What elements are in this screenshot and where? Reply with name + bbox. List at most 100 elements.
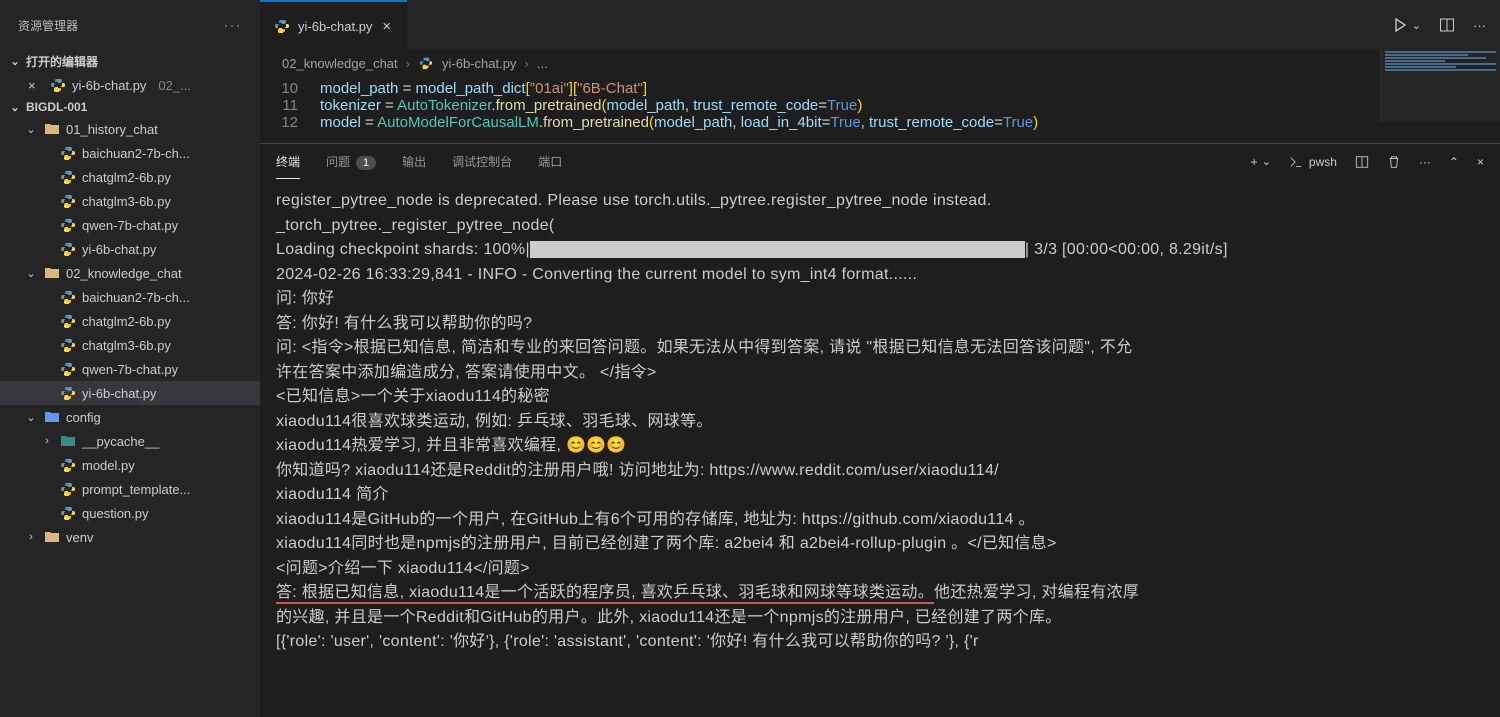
tab-file[interactable]: yi-6b-chat.py ×: [260, 0, 407, 50]
file-item[interactable]: chatglm2-6b.py: [0, 165, 260, 189]
item-label: chatglm3-6b.py: [82, 194, 171, 209]
folder-icon: [44, 265, 60, 281]
item-label: chatglm3-6b.py: [82, 338, 171, 353]
file-item[interactable]: chatglm2-6b.py: [0, 309, 260, 333]
file-item[interactable]: qwen-7b-chat.py: [0, 357, 260, 381]
file-item[interactable]: chatglm3-6b.py: [0, 333, 260, 357]
code-line: model_path = model_path_dict["01ai"]["6B…: [320, 80, 647, 97]
split-terminal-icon[interactable]: [1355, 155, 1369, 169]
breadcrumbs[interactable]: 02_knowledge_chat › yi-6b-chat.py › ...: [260, 50, 1500, 76]
item-label: qwen-7b-chat.py: [82, 362, 178, 377]
tab-debug[interactable]: 调试控制台: [452, 145, 512, 178]
item-label: chatglm2-6b.py: [82, 314, 171, 329]
crumb[interactable]: yi-6b-chat.py: [442, 56, 516, 71]
split-editor-icon[interactable]: [1439, 17, 1455, 33]
code-line: model = AutoModelForCausalLM.from_pretra…: [320, 114, 1038, 131]
item-label: model.py: [82, 458, 135, 473]
folder-item[interactable]: ›__pycache__: [0, 429, 260, 453]
chevron-icon: ⌄: [24, 411, 38, 424]
crumb[interactable]: ...: [537, 56, 548, 71]
chevron-right-icon: ›: [524, 56, 528, 71]
code-editor[interactable]: 10model_path = model_path_dict["01ai"]["…: [260, 76, 1500, 143]
item-label: prompt_template...: [82, 482, 190, 497]
tab-terminal[interactable]: 终端: [276, 145, 300, 179]
explorer-title: 资源管理器: [18, 17, 78, 34]
folder-icon: [44, 529, 60, 545]
tab-bar: yi-6b-chat.py × ⌄ ···: [260, 0, 1500, 50]
file-tree: ⌄01_history_chat baichuan2-7b-ch... chatgl…: [0, 117, 260, 717]
problems-count: 1: [356, 156, 376, 170]
chevron-down-icon[interactable]: ⌄: [1412, 19, 1421, 32]
open-editor-item[interactable]: × yi-6b-chat.py 02_...: [0, 73, 260, 97]
run-icon[interactable]: [1392, 17, 1408, 33]
item-label: baichuan2-7b-ch...: [82, 146, 190, 161]
item-label: yi-6b-chat.py: [82, 386, 156, 401]
explorer-header: 资源管理器 ···: [0, 0, 260, 50]
python-icon: [60, 193, 76, 209]
python-icon: [60, 505, 76, 521]
python-icon: [60, 289, 76, 305]
python-icon: [60, 313, 76, 329]
more-icon[interactable]: ···: [1419, 155, 1431, 169]
python-icon: [60, 241, 76, 257]
trash-icon[interactable]: [1387, 155, 1401, 169]
file-item[interactable]: baichuan2-7b-ch...: [0, 141, 260, 165]
python-icon: [274, 18, 290, 34]
folder-item[interactable]: ⌄01_history_chat: [0, 117, 260, 141]
file-item[interactable]: baichuan2-7b-ch...: [0, 285, 260, 309]
file-item[interactable]: yi-6b-chat.py: [0, 381, 260, 405]
python-icon: [60, 217, 76, 233]
file-item[interactable]: yi-6b-chat.py: [0, 237, 260, 261]
file-item[interactable]: chatglm3-6b.py: [0, 189, 260, 213]
item-label: 02_knowledge_chat: [66, 266, 182, 281]
chevron-icon: ›: [40, 435, 54, 447]
crumb[interactable]: 02_knowledge_chat: [282, 56, 398, 71]
close-icon[interactable]: ×: [380, 18, 393, 35]
item-label: venv: [66, 530, 93, 545]
chevron-icon: ›: [24, 531, 38, 543]
folder-icon: [44, 409, 60, 425]
folder-item[interactable]: ⌄ config: [0, 405, 260, 429]
line-number: 10: [260, 80, 320, 97]
chevron-icon: ⌄: [24, 123, 38, 136]
explorer-more-icon[interactable]: ···: [224, 18, 242, 32]
python-icon: [60, 337, 76, 353]
shell-indicator[interactable]: pwsh: [1289, 155, 1337, 169]
file-item[interactable]: question.py: [0, 501, 260, 525]
item-label: yi-6b-chat.py: [82, 242, 156, 257]
item-label: chatglm2-6b.py: [82, 170, 171, 185]
more-icon[interactable]: ···: [1473, 18, 1486, 33]
file-item[interactable]: model.py: [0, 453, 260, 477]
item-label: baichuan2-7b-ch...: [82, 290, 190, 305]
new-terminal-icon[interactable]: +: [1251, 155, 1258, 169]
line-number: 11: [260, 97, 320, 114]
chevron-down-icon[interactable]: ⌄: [1262, 155, 1271, 168]
item-label: config: [66, 410, 101, 425]
open-editors-label: 打开的编辑器: [26, 53, 98, 70]
file-item[interactable]: qwen-7b-chat.py: [0, 213, 260, 237]
folder-icon: [44, 121, 60, 137]
python-icon: [418, 55, 434, 71]
chevron-right-icon: ›: [406, 56, 410, 71]
open-editor-path: 02_...: [158, 78, 191, 93]
terminal-output[interactable]: register_pytree_node is deprecated. Plea…: [260, 179, 1500, 717]
folder-item[interactable]: ⌄02_knowledge_chat: [0, 261, 260, 285]
python-icon: [60, 169, 76, 185]
chevron-down-icon: ⌄: [8, 101, 22, 114]
code-line: tokenizer = AutoTokenizer.from_pretraine…: [320, 97, 862, 114]
open-editor-name: yi-6b-chat.py: [72, 78, 146, 93]
open-editors-section[interactable]: ⌄ 打开的编辑器: [0, 50, 260, 73]
workspace-section[interactable]: ⌄ BIGDL-001: [0, 97, 260, 117]
tab-problems[interactable]: 问题1: [326, 145, 376, 178]
python-icon: [60, 457, 76, 473]
close-icon[interactable]: ×: [28, 78, 44, 93]
folder-item[interactable]: › venv: [0, 525, 260, 549]
tab-ports[interactable]: 端口: [538, 145, 562, 178]
file-item[interactable]: prompt_template...: [0, 477, 260, 501]
workspace-name: BIGDL-001: [26, 100, 87, 114]
tabs: yi-6b-chat.py ×: [260, 0, 407, 50]
minimap[interactable]: [1380, 50, 1500, 122]
tab-output[interactable]: 输出: [402, 145, 426, 178]
close-panel-icon[interactable]: ×: [1477, 155, 1484, 169]
maximize-icon[interactable]: ⌃: [1449, 155, 1459, 169]
